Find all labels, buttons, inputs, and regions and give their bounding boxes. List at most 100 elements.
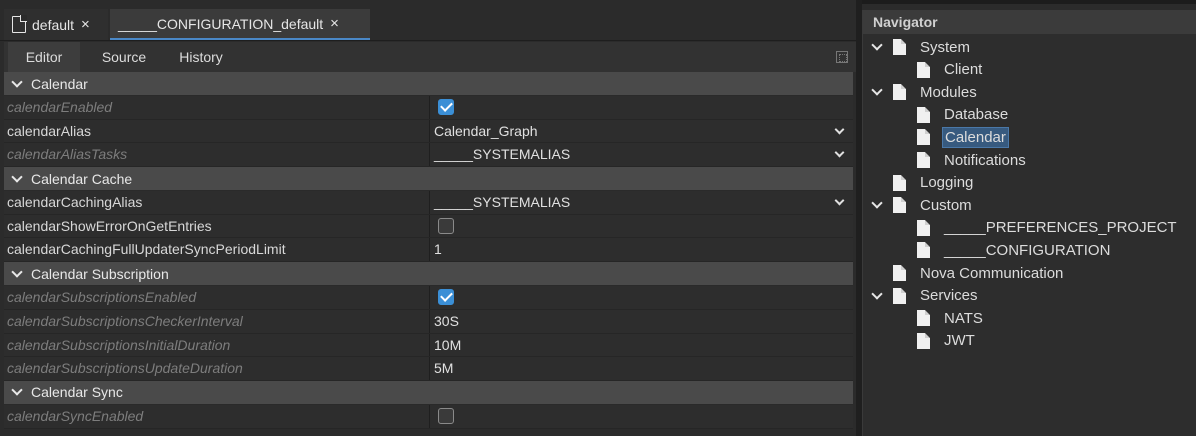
- text-value: 5M: [434, 360, 454, 377]
- property-value[interactable]: Calendar_Graph: [430, 120, 853, 143]
- chevron-down-icon[interactable]: [834, 124, 845, 135]
- property-value[interactable]: [430, 96, 853, 119]
- checkbox-checked[interactable]: [438, 99, 454, 115]
- close-icon[interactable]: ×: [330, 15, 339, 32]
- text-value: 30S: [434, 312, 459, 329]
- tree-node-label: Services: [920, 287, 978, 305]
- tree-node[interactable]: Custom: [871, 194, 974, 216]
- document-icon: [917, 152, 930, 168]
- tree-node[interactable]: JWT: [915, 330, 977, 352]
- property-value[interactable]: 1: [430, 238, 853, 261]
- section-header[interactable]: Calendar Subscription: [4, 262, 853, 287]
- chevron-down-icon[interactable]: [871, 287, 883, 300]
- chevron-down-icon[interactable]: [11, 384, 23, 397]
- property-row: calendarSubscriptionsInitialDuration 10M: [4, 333, 853, 358]
- property-row: calendarSubscriptionsUpdateDuration 5M: [4, 357, 853, 381]
- document-icon: [893, 174, 906, 191]
- tree-node[interactable]: NATS: [915, 307, 985, 329]
- document-icon: [917, 219, 930, 236]
- property-grid: Calendar calendarEnabled calendarAlias Cale…: [4, 72, 853, 429]
- property-row: calendarEnabled: [4, 96, 853, 120]
- subtab-editor[interactable]: Editor: [8, 42, 80, 72]
- property-value[interactable]: 30S: [430, 310, 853, 333]
- section-header[interactable]: Calendar Sync: [4, 380, 853, 405]
- document-icon: [893, 197, 906, 214]
- property-name: calendarSubscriptionsCheckerInterval: [4, 309, 430, 333]
- navigator-panel: Navigator System Client Modules Database Cal…: [862, 10, 1196, 436]
- property-row: calendarCachingFullUpdaterSyncPeriodLimi…: [4, 238, 853, 263]
- tree-node-label: Database: [944, 106, 1009, 124]
- tree-node[interactable]: Modules: [871, 81, 979, 103]
- select-value: _____SYSTEMALIAS: [434, 194, 571, 211]
- property-value[interactable]: 5M: [430, 357, 853, 380]
- text-value: 1: [434, 241, 442, 258]
- subtab-source[interactable]: Source: [84, 42, 164, 72]
- document-icon: [893, 287, 906, 304]
- property-row: calendarSyncEnabled: [4, 404, 853, 429]
- tree-node-label: Calendar: [942, 126, 1009, 148]
- text-value: 10M: [434, 336, 462, 353]
- tree-node[interactable]: _____PREFERENCES_PROJECT: [915, 217, 1179, 239]
- property-value[interactable]: [430, 215, 853, 238]
- section-header[interactable]: Calendar: [4, 72, 853, 96]
- tree-node[interactable]: Nova Communication: [871, 262, 1065, 284]
- maximize-icon[interactable]: [836, 51, 848, 63]
- chevron-down-icon[interactable]: [11, 265, 23, 278]
- tree-node[interactable]: Database: [915, 104, 1010, 126]
- tree-node[interactable]: Services: [871, 285, 980, 307]
- chevron-down-icon[interactable]: [834, 147, 845, 158]
- tab-label: default: [32, 16, 75, 33]
- chevron-down-icon[interactable]: [871, 197, 883, 209]
- tree-node-label: Notifications: [944, 151, 1026, 169]
- property-name: calendarSyncEnabled: [4, 404, 430, 428]
- checkbox-unchecked[interactable]: [438, 407, 454, 424]
- tree-node-label: _____CONFIGURATION: [944, 241, 1111, 259]
- property-value[interactable]: [430, 405, 853, 428]
- select-value: Calendar_Graph: [434, 122, 538, 139]
- chevron-down-icon[interactable]: [11, 75, 23, 88]
- section-header[interactable]: Calendar Cache: [4, 167, 853, 192]
- property-row: calendarAliasTasks _____SYSTEMALIAS: [4, 143, 853, 168]
- chevron-down-icon[interactable]: [11, 170, 23, 183]
- property-value[interactable]: 10M: [430, 334, 853, 357]
- tree-node-label: Logging: [920, 174, 974, 192]
- section-title: Calendar: [31, 75, 88, 92]
- property-row: calendarCachingAlias _____SYSTEMALIAS: [4, 191, 853, 215]
- property-name: calendarCachingAlias: [4, 191, 430, 214]
- tree-node-label: System: [920, 38, 971, 56]
- document-icon: [12, 15, 27, 33]
- tree-node[interactable]: Calendar: [915, 126, 1009, 148]
- tree-node-label: _____PREFERENCES_PROJECT: [944, 219, 1177, 237]
- tree-node-label: NATS: [944, 309, 983, 327]
- chevron-down-icon[interactable]: [834, 195, 845, 206]
- checkbox-checked[interactable]: [438, 289, 454, 306]
- editor-pane: default × _____CONFIGURATION_default × E…: [0, 0, 856, 436]
- tree-node-label: Client: [944, 61, 983, 79]
- property-row: calendarAlias Calendar_Graph: [4, 119, 853, 144]
- document-icon: [917, 106, 930, 123]
- chevron-down-icon[interactable]: [871, 84, 883, 96]
- navigator-title: Navigator: [863, 10, 1196, 34]
- subtab-history[interactable]: History: [164, 42, 238, 72]
- editor-subtab-bar: Editor Source History: [4, 42, 856, 72]
- close-icon[interactable]: ×: [81, 16, 90, 33]
- tree-node[interactable]: Client: [915, 59, 984, 81]
- property-value[interactable]: [430, 286, 853, 309]
- property-value[interactable]: _____SYSTEMALIAS: [430, 143, 853, 166]
- section-title: Calendar Subscription: [31, 265, 169, 282]
- tree-node[interactable]: _____CONFIGURATION: [915, 239, 1112, 261]
- checkbox-unchecked[interactable]: [438, 217, 454, 234]
- document-icon: [893, 265, 906, 281]
- property-value[interactable]: _____SYSTEMALIAS: [430, 191, 853, 214]
- property-name: calendarSubscriptionsUpdateDuration: [4, 357, 430, 380]
- tree-node[interactable]: Logging: [871, 172, 975, 194]
- document-icon: [893, 39, 906, 55]
- property-row: calendarSubscriptionsCheckerInterval 30S: [4, 309, 853, 334]
- document-icon: [917, 61, 930, 78]
- tab-configuration-default[interactable]: _____CONFIGURATION_default ×: [110, 9, 370, 40]
- chevron-down-icon[interactable]: [871, 39, 883, 51]
- section-title: Calendar Sync: [31, 384, 123, 401]
- tab-default[interactable]: default ×: [4, 9, 108, 40]
- tree-node[interactable]: Notifications: [915, 149, 1028, 171]
- tree-node[interactable]: System: [871, 36, 972, 58]
